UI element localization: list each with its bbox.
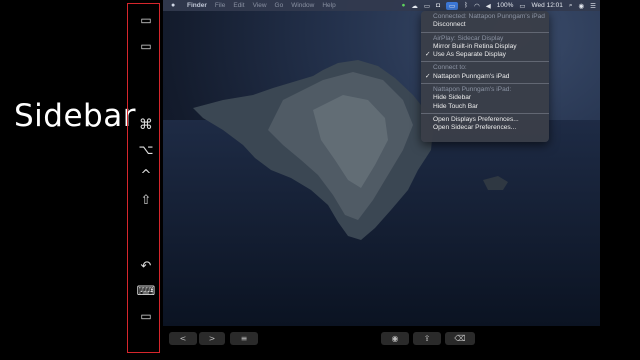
checkmark-icon: ✓ [425, 51, 431, 59]
clock[interactable]: Wed 12:01 [532, 2, 563, 9]
menu-separator [421, 61, 549, 63]
menu-separator [421, 112, 549, 114]
search-icon[interactable]: ⌕ [569, 2, 573, 10]
cloud-icon[interactable]: ☁ [411, 2, 418, 10]
open-sidecar-prefs-item[interactable]: Open Sidecar Preferences... [421, 124, 549, 132]
hide-touchbar-item[interactable]: Hide Touch Bar [421, 103, 549, 111]
checkmark-icon: ✓ [425, 72, 431, 80]
mirror-display-item[interactable]: Mirror Built-in Retina Display [421, 43, 549, 51]
user-icon[interactable]: ◉ [579, 2, 585, 10]
separate-display-item[interactable]: ✓ Use As Separate Display [421, 51, 549, 59]
sidebar-caption: Sidebar [14, 98, 136, 134]
control-center-icon[interactable]: ☰ [590, 2, 596, 10]
wifi-icon[interactable]: ◠ [474, 2, 480, 10]
bluetooth-icon[interactable]: ᛒ [464, 2, 468, 9]
shift-key-icon[interactable]: ⇧ [135, 192, 157, 208]
menu-view[interactable]: View [253, 2, 267, 9]
ipad-header: Nattapon Punngam's iPad: [433, 86, 512, 94]
connect-header: Connect to: [433, 64, 467, 72]
view-options-button[interactable]: ≡ [230, 332, 258, 345]
disconnect-item[interactable]: Disconnect [421, 21, 549, 29]
ipad-screen: ● Finder File Edit View Go Window Help ●… [163, 0, 600, 326]
messages-icon[interactable]: ● [401, 2, 405, 9]
status-menus: ● ☁ ▭ ◘ ▭ ᛒ ◠ ◀ 100% ▭ Wed 12:01 ⌕ ◉ ☰ [401, 0, 596, 11]
menu-window[interactable]: Window [291, 2, 314, 9]
menu-finder[interactable]: Finder [187, 2, 207, 9]
volume-icon[interactable]: ◀ [486, 2, 491, 10]
quick-look-button[interactable]: ◉ [381, 332, 409, 345]
device-item[interactable]: ✓ Nattapon Punngam's iPad [421, 73, 549, 81]
back-button[interactable]: < [169, 332, 197, 345]
menu-edit[interactable]: Edit [233, 2, 244, 9]
menu-help[interactable]: Help [322, 2, 335, 9]
share-button[interactable]: ⇪ [413, 332, 441, 345]
undo-icon[interactable]: ↶ [135, 258, 157, 274]
battery-icon[interactable]: ▭ [519, 2, 525, 10]
menu-go[interactable]: Go [275, 2, 284, 9]
connected-header: Connected: Nattapon Punngam's iPad [433, 13, 545, 20]
sidecar-menu: Connected: Nattapon Punngam's iPad Disco… [421, 11, 549, 142]
tags-button[interactable]: ⌫ [445, 332, 475, 345]
touch-bar: < > ≡ ◉ ⇪ ⌫ [163, 328, 600, 351]
device-label: Nattapon Punngam's iPad [433, 72, 510, 80]
command-key-icon[interactable]: ⌘ [135, 117, 157, 133]
display-icon[interactable]: ▭ [424, 2, 430, 10]
apple-menu-icon[interactable]: ● [171, 2, 179, 9]
separate-display-label: Use As Separate Display [433, 51, 506, 59]
battery-percent: 100% [496, 2, 514, 9]
disconnect-display-icon[interactable]: ▭ [135, 308, 157, 324]
airplay-header: AirPlay: Sidecar Display [433, 34, 504, 42]
hide-sidebar-item[interactable]: Hide Sidebar [421, 94, 549, 102]
menu-file[interactable]: File [215, 2, 225, 9]
control-key-icon[interactable]: ^ [135, 167, 157, 183]
option-key-icon[interactable]: ⌥ [135, 142, 157, 158]
dock-toggle-icon[interactable]: ▭ [135, 38, 157, 54]
lock-icon[interactable]: ◘ [436, 2, 440, 9]
sidecar-display-icon[interactable]: ▭ [446, 1, 459, 10]
keyboard-icon[interactable]: ⌨ [135, 283, 157, 299]
menubar-toggle-icon[interactable]: ▭ [135, 12, 157, 28]
menu-separator [421, 31, 549, 33]
menu-separator [421, 83, 549, 85]
forward-button[interactable]: > [199, 332, 225, 345]
open-displays-prefs-item[interactable]: Open Displays Preferences... [421, 116, 549, 124]
